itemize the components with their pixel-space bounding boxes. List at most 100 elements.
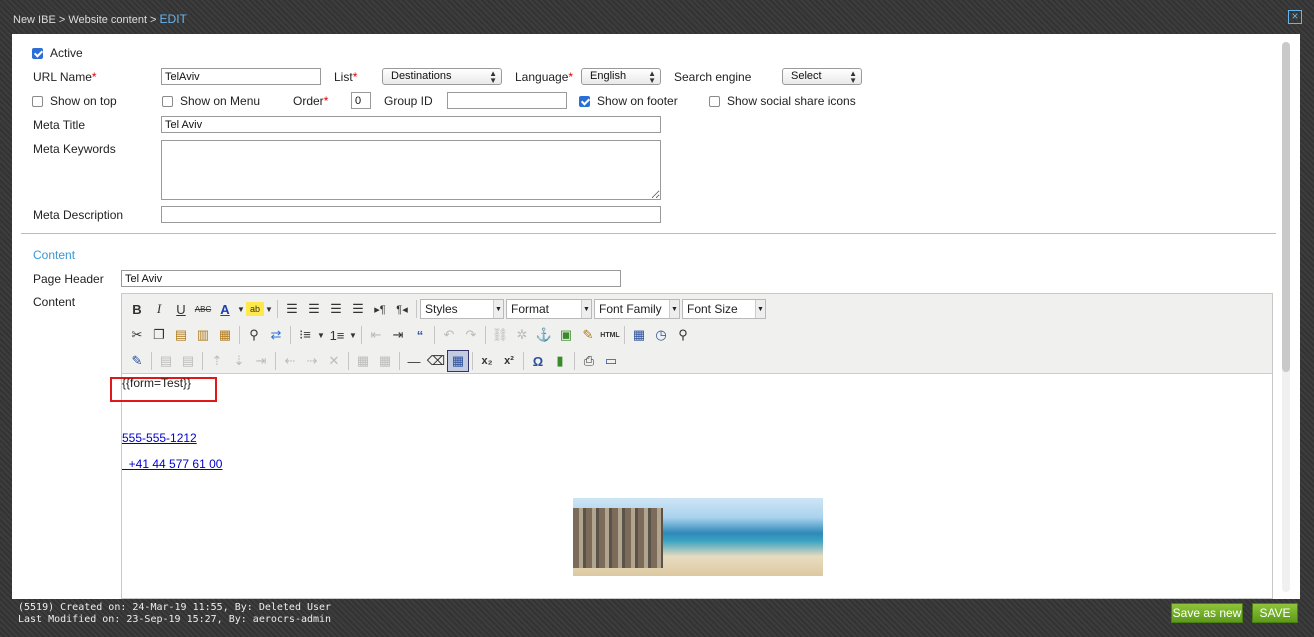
font-color-icon[interactable]: A [214, 298, 236, 320]
unlink-icon[interactable]: ✲ [511, 324, 533, 346]
find-icon[interactable]: ⚲ [243, 324, 265, 346]
italic-icon[interactable]: I [148, 298, 170, 320]
align-justify-icon[interactable]: ☰ [347, 298, 369, 320]
show-on-top-checkbox[interactable] [32, 96, 43, 107]
meta-keywords-textarea[interactable] [161, 140, 661, 200]
paste-icon[interactable]: ▤ [170, 324, 192, 346]
subscript-icon[interactable]: x₂ [476, 350, 498, 372]
blockquote-icon[interactable]: “ [409, 324, 431, 346]
delete-row-icon[interactable]: ⇥ [250, 350, 272, 372]
preview-icon[interactable]: ⚲ [672, 324, 694, 346]
breadcrumb-path: New IBE > Website content > [13, 14, 160, 26]
cleanup-icon[interactable]: ✎ [577, 324, 599, 346]
list-select[interactable]: Destinations ▲ ▼ [382, 68, 502, 85]
save-as-new-button[interactable]: Save as new [1171, 603, 1243, 623]
bold-icon[interactable]: B [126, 298, 148, 320]
insert-col-before-icon[interactable]: ⇠ [279, 350, 301, 372]
format-dropdown[interactable]: Format ▼ [506, 299, 592, 319]
page-header-input[interactable] [121, 270, 621, 287]
font-color-chevron-down-icon[interactable]: ▼ [236, 298, 246, 320]
insert-row-after-icon[interactable]: ⇣ [228, 350, 250, 372]
toolbar-separator [361, 326, 362, 344]
show-on-menu-checkbox[interactable] [162, 96, 173, 107]
meta-title-input[interactable] [161, 116, 661, 133]
paste-text-icon[interactable]: ▥ [192, 324, 214, 346]
align-right-icon[interactable]: ☰ [325, 298, 347, 320]
toolbar-separator [239, 326, 240, 344]
split-cells-icon[interactable]: ▦ [352, 350, 374, 372]
undo-icon[interactable]: ↶ [438, 324, 460, 346]
insert-time-icon[interactable]: ◷ [650, 324, 672, 346]
delete-col-icon[interactable]: ✕ [323, 350, 345, 372]
meta-keywords-label: Meta Keywords [33, 142, 116, 156]
save-button[interactable]: SAVE [1252, 603, 1298, 623]
numbered-list-icon[interactable]: 1≡ [326, 324, 348, 346]
numbered-list-chevron-down-icon[interactable]: ▼ [348, 324, 358, 346]
bullet-list-chevron-down-icon[interactable]: ▼ [316, 324, 326, 346]
styles-dropdown[interactable]: Styles ▼ [420, 299, 504, 319]
language-select[interactable]: English ▲ ▼ [581, 68, 661, 85]
scrollbar-thumb[interactable] [1282, 42, 1290, 372]
cut-icon[interactable]: ✂ [126, 324, 148, 346]
special-char-icon[interactable]: Ω [527, 350, 549, 372]
edit-css-icon[interactable]: ✎ [126, 350, 148, 372]
cell-props-icon[interactable]: ▤ [177, 350, 199, 372]
replace-icon[interactable]: ⇄ [265, 324, 287, 346]
html-icon[interactable]: HTML [599, 324, 621, 346]
editor-content-area[interactable]: {{form=Test}} 555-555-1212 +41 44 577 61… [110, 375, 1272, 599]
redo-icon[interactable]: ↷ [460, 324, 482, 346]
url-name-input[interactable] [161, 68, 321, 85]
media-icon[interactable]: ▮ [549, 350, 571, 372]
link-icon[interactable]: ⛓ [489, 324, 511, 346]
align-left-icon[interactable]: ☰ [281, 298, 303, 320]
underline-icon[interactable]: U [170, 298, 192, 320]
search-engine-label: Search engine [674, 70, 752, 84]
font-size-dropdown[interactable]: Font Size ▼ [682, 299, 766, 319]
remove-format-icon[interactable]: ⌫ [425, 350, 447, 372]
horizontal-rule-icon[interactable]: — [403, 350, 425, 372]
indent-icon[interactable]: ⇥ [387, 324, 409, 346]
highlight-color-icon[interactable]: ab [246, 302, 264, 316]
close-icon[interactable]: × [1288, 10, 1302, 24]
superscript-icon[interactable]: x² [498, 350, 520, 372]
toolbar-separator [472, 352, 473, 370]
copy-icon[interactable]: ❐ [148, 324, 170, 346]
group-id-input[interactable] [447, 92, 567, 109]
print-icon[interactable]: ⎙ [578, 350, 600, 372]
meta-description-input[interactable] [161, 206, 661, 223]
rtl-icon[interactable]: ¶◂ [391, 298, 413, 320]
ltr-icon[interactable]: ▸¶ [369, 298, 391, 320]
image-icon[interactable]: ▣ [555, 324, 577, 346]
merge-cells-icon[interactable]: ▦ [374, 350, 396, 372]
url-name-label: URL Name* [33, 70, 97, 84]
phone-link-2[interactable]: +41 44 577 61 00 [122, 457, 223, 471]
language-label: Language* [515, 70, 574, 84]
align-center-icon[interactable]: ☰ [303, 298, 325, 320]
search-engine-select[interactable]: Select ▲ ▼ [782, 68, 862, 85]
font-family-dropdown[interactable]: Font Family ▼ [594, 299, 680, 319]
strikethrough-icon[interactable]: ABC [192, 298, 214, 320]
outdent-icon[interactable]: ⇤ [365, 324, 387, 346]
content-label: Content [33, 295, 76, 309]
phone-link-1[interactable]: 555-555-1212 [122, 431, 197, 445]
insert-col-after-icon[interactable]: ⇢ [301, 350, 323, 372]
insert-row-before-icon[interactable]: ⇡ [206, 350, 228, 372]
active-checkbox[interactable] [32, 48, 43, 59]
record-meta: (5519) Created on: 24-Mar-19 11:55, By: … [18, 602, 331, 626]
vertical-scrollbar[interactable] [1282, 42, 1290, 592]
anchor-icon[interactable]: ⚓ [533, 324, 555, 346]
breadcrumb-current: EDIT [159, 12, 187, 26]
fullscreen-icon[interactable]: ▭ [600, 350, 622, 372]
visual-aid-icon[interactable]: ▦ [447, 350, 469, 372]
active-label: Active [50, 46, 83, 60]
show-social-checkbox[interactable] [709, 96, 720, 107]
bullet-list-icon[interactable]: ⁝≡ [294, 324, 316, 346]
row-props-icon[interactable]: ▤ [155, 350, 177, 372]
beach-image [573, 498, 823, 576]
highlight-chevron-down-icon[interactable]: ▼ [264, 298, 274, 320]
show-on-footer-checkbox[interactable] [579, 96, 590, 107]
paste-word-icon[interactable]: ▦ [214, 324, 236, 346]
order-input[interactable] [351, 92, 371, 109]
insert-date-icon[interactable]: ▦ [628, 324, 650, 346]
show-on-menu-label: Show on Menu [180, 94, 261, 108]
